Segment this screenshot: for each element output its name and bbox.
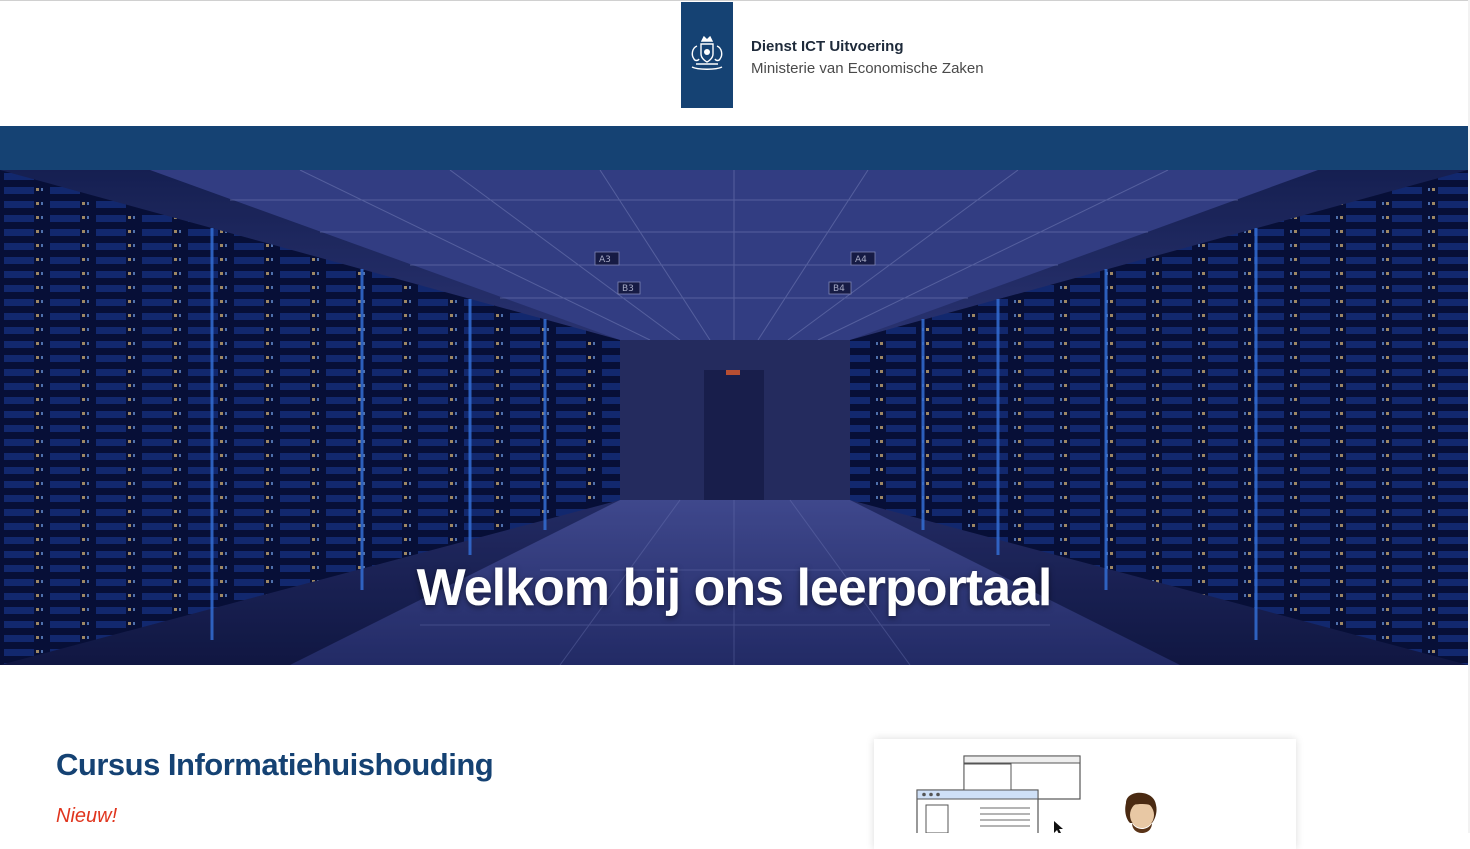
ministry-name: Ministerie van Economische Zaken [751, 60, 984, 77]
org-name: Dienst ICT Uitvoering [751, 38, 904, 55]
browser-windows-illustration-icon [916, 755, 1157, 841]
new-badge: Nieuw! [56, 805, 118, 827]
main-navigation-bar [0, 126, 1468, 170]
hero-banner: A3 A4 B3 B4 Welkom bij ons leerportaal [0, 170, 1468, 665]
hero-title: Welkom bij ons leerportaal [416, 559, 1053, 617]
site-header: Dienst ICT Uitvoering Ministerie van Eco… [0, 0, 1469, 126]
organisation-name: Dienst ICT Uitvoering Ministerie van Eco… [751, 36, 984, 80]
coat-of-arms-icon [691, 35, 723, 70]
rijksoverheid-logo[interactable] [681, 2, 733, 108]
course-title[interactable]: Cursus Informatiehuishouding [56, 747, 494, 783]
